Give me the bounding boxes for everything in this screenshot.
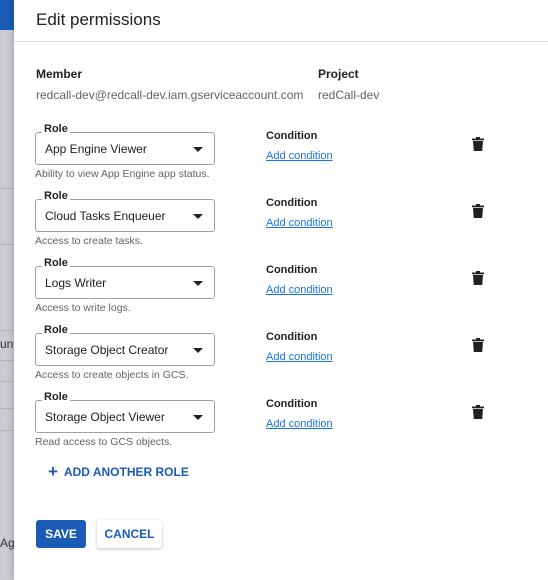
title-divider [14, 41, 548, 42]
trash-icon[interactable] [472, 204, 484, 218]
edit-permissions-dialog: Edit permissions Member redcall-dev@redc… [14, 0, 548, 580]
dialog-title: Edit permissions [36, 10, 161, 29]
save-button[interactable]: SAVE [36, 520, 86, 548]
add-condition-link[interactable]: Add condition [266, 217, 333, 229]
add-condition-link[interactable]: Add condition [266, 351, 333, 363]
add-another-role-label: ADD ANOTHER ROLE [63, 465, 189, 479]
project-value: redCall-dev [318, 88, 380, 102]
role-row: App Engine Viewer Role Ability to view A… [14, 123, 548, 189]
condition-label: Condition [266, 264, 318, 276]
background-divider [0, 408, 14, 409]
role-select-value: Logs Writer [45, 276, 107, 290]
project-label: Project [318, 67, 359, 81]
condition-label: Condition [266, 331, 318, 343]
trash-icon[interactable] [472, 137, 484, 151]
role-row: Storage Object Viewer Role Read access t… [14, 391, 548, 457]
trash-icon[interactable] [472, 271, 484, 285]
cancel-button[interactable]: CANCEL [97, 520, 162, 548]
add-another-role-button[interactable]: + ADD ANOTHER ROLE [48, 462, 189, 481]
background-text-fragment: Ag [0, 536, 14, 550]
condition-label: Condition [266, 130, 318, 142]
chevron-down-icon [193, 348, 203, 353]
member-value: redcall-dev@redcall-dev.iam.gserviceacco… [36, 88, 304, 102]
role-row: Cloud Tasks Enqueuer Role Access to crea… [14, 190, 548, 256]
role-description: Access to create objects in GCS. [35, 369, 189, 381]
role-row: Storage Object Creator Role Access to cr… [14, 324, 548, 390]
role-label: Role [42, 123, 70, 135]
role-label: Role [42, 257, 70, 269]
background-divider [0, 430, 14, 431]
role-select-value: App Engine Viewer [45, 142, 147, 156]
role-select[interactable]: Storage Object Viewer [35, 400, 215, 433]
trash-icon[interactable] [472, 338, 484, 352]
trash-icon[interactable] [472, 405, 484, 419]
member-label: Member [36, 67, 83, 81]
add-condition-link[interactable]: Add condition [266, 284, 333, 296]
background-divider [0, 381, 14, 382]
role-select[interactable]: Cloud Tasks Enqueuer [35, 199, 215, 232]
role-description: Access to create tasks. [35, 235, 143, 247]
condition-label: Condition [266, 398, 318, 410]
chevron-down-icon [193, 415, 203, 420]
role-label: Role [42, 190, 70, 202]
chevron-down-icon [193, 214, 203, 219]
background-divider [0, 360, 14, 361]
chevron-down-icon [193, 281, 203, 286]
background-divider [0, 188, 14, 189]
role-label: Role [42, 324, 70, 336]
role-description: Ability to view App Engine app status. [35, 168, 210, 180]
role-row: Logs Writer Role Access to write logs. C… [14, 257, 548, 323]
add-condition-link[interactable]: Add condition [266, 150, 333, 162]
role-select[interactable]: Logs Writer [35, 266, 215, 299]
background-page: unt Ag [0, 0, 14, 580]
role-select-value: Cloud Tasks Enqueuer [45, 209, 166, 223]
condition-label: Condition [266, 197, 318, 209]
background-header-bar [0, 0, 14, 30]
background-divider [0, 330, 14, 331]
role-label: Role [42, 391, 70, 403]
background-divider [0, 244, 14, 245]
role-description: Access to write logs. [35, 302, 131, 314]
role-select-value: Storage Object Viewer [45, 410, 165, 424]
background-text-fragment: unt [0, 337, 14, 351]
role-select-value: Storage Object Creator [45, 343, 169, 357]
role-description: Read access to GCS objects. [35, 436, 173, 448]
role-select[interactable]: Storage Object Creator [35, 333, 215, 366]
role-select[interactable]: App Engine Viewer [35, 132, 215, 165]
add-condition-link[interactable]: Add condition [266, 418, 333, 430]
plus-icon: + [48, 462, 58, 481]
chevron-down-icon [193, 147, 203, 152]
